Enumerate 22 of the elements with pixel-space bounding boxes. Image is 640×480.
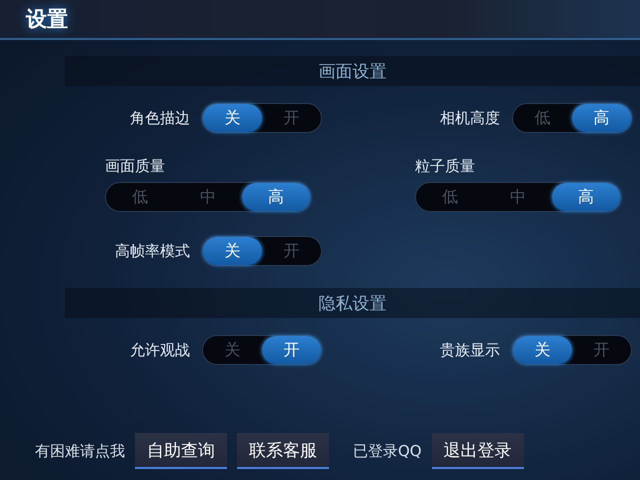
setting-label: 粒子质量: [415, 157, 475, 176]
segment-option[interactable]: 高: [552, 183, 620, 211]
logout-button[interactable]: 退出登录: [432, 433, 524, 469]
setting-label: 画面质量: [105, 157, 165, 176]
segment-option[interactable]: 高: [572, 104, 631, 132]
login-status: 已登录QQ: [353, 442, 422, 460]
segment-option[interactable]: 高: [242, 183, 310, 211]
segment-option[interactable]: 开: [262, 336, 321, 364]
setting-label: 相机高度: [439, 108, 500, 128]
segment-option[interactable]: 关: [513, 336, 572, 364]
window-title: 设置: [26, 6, 68, 33]
help-button[interactable]: 联系客服: [237, 433, 329, 469]
section-header: 隐私设置: [65, 288, 640, 318]
section-header: 画面设置: [65, 56, 640, 86]
segment-option[interactable]: 关: [203, 104, 262, 132]
setting-label: 贵族显示: [439, 340, 500, 360]
help-button[interactable]: 自助查询: [135, 433, 227, 469]
setting-label: 角色描边: [129, 108, 190, 128]
setting-label: 允许观战: [129, 340, 190, 360]
help-text: 有困难请点我: [35, 442, 125, 460]
setting-label: 高帧率模式: [114, 242, 190, 260]
segment-option[interactable]: 关: [203, 237, 262, 265]
